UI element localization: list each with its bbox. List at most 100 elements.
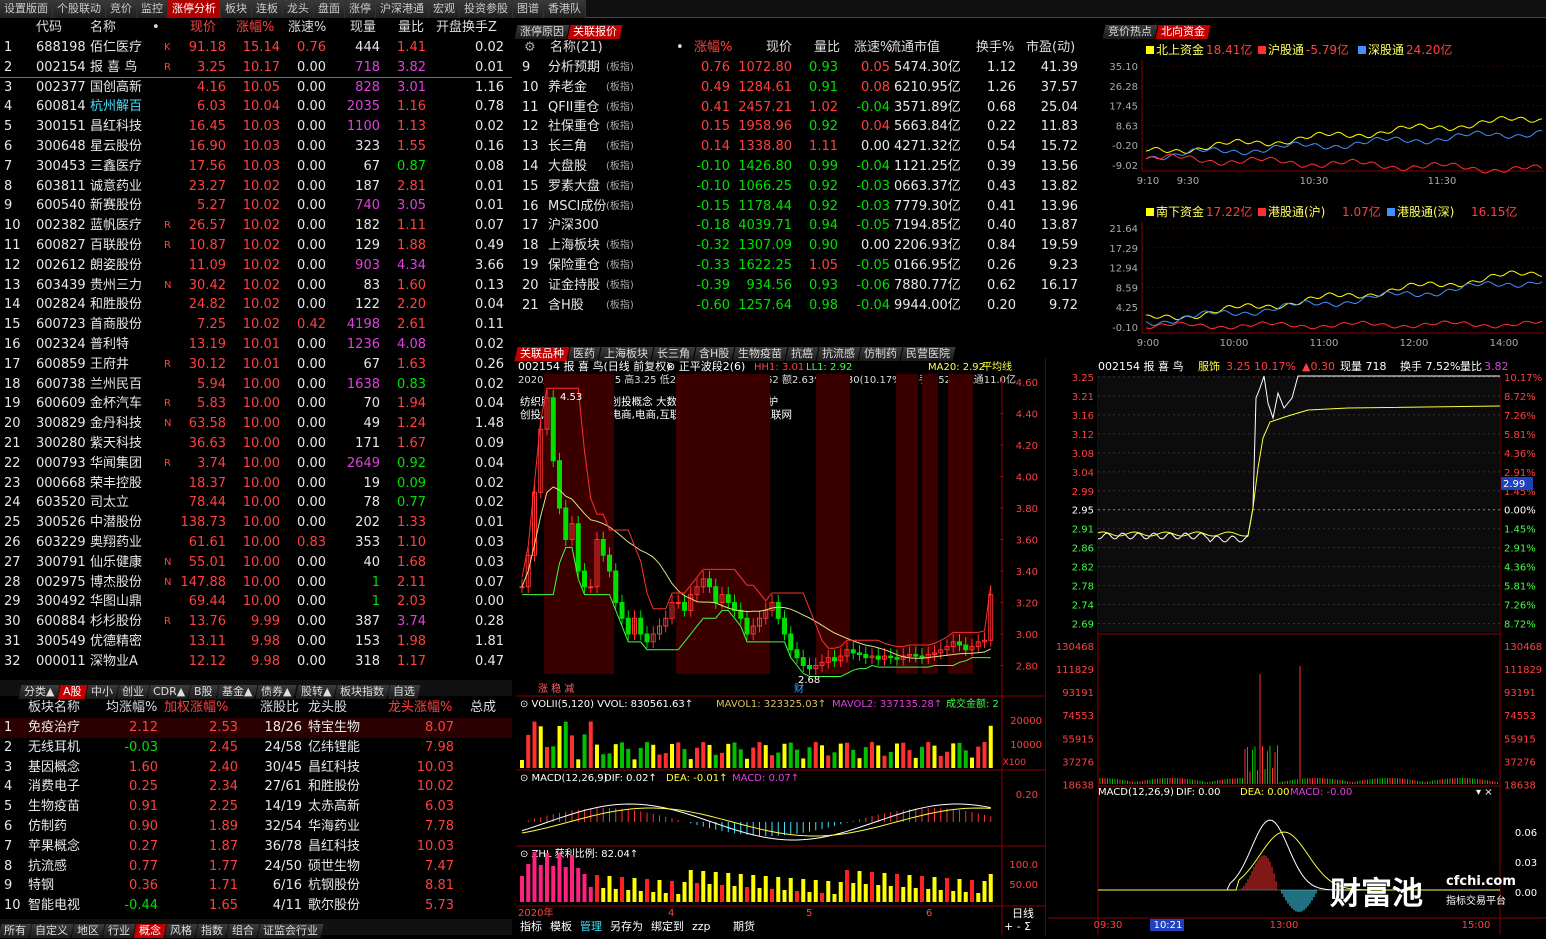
top-tab-1[interactable]: 个股联动	[53, 0, 106, 18]
index-row[interactable]: 10 养老金 (板指) 0.49 1284.61 0.91 0.08 6210.95亿 1.26…	[516, 78, 1100, 98]
bottom-tab-7[interactable]: 组合	[226, 924, 260, 938]
stock-row[interactable]: 27 300791 仙乐健康 N 55.01 10.00 0.00 40 1.68 0.03	[0, 553, 512, 573]
market-tab-5[interactable]: B股	[188, 685, 219, 699]
index-header-4[interactable]: 量比	[814, 38, 840, 58]
index-row[interactable]: 15 罗素大盘 (板指) -0.10 1066.25 0.92 -0.03 0663.37亿 0…	[516, 177, 1100, 197]
stock-row[interactable]: 28 002975 博杰股份 N 147.88 10.00 0.00 1 2.11 0.07	[0, 573, 512, 593]
sector-row[interactable]: 4 消费电子 0.25 2.34 27/61 和胜股份 10.02	[0, 777, 512, 797]
market-tab-10[interactable]: 自选	[387, 685, 421, 699]
index-row[interactable]: 18 上海板块 (板指) -0.32 1307.09 0.90 0.00 2206.93亿 0.…	[516, 236, 1100, 256]
market-tab-2[interactable]: 中小	[85, 685, 119, 699]
top-tab-6[interactable]: 连板	[252, 0, 283, 18]
bottom-tab-6[interactable]: 指数	[195, 924, 229, 938]
sector-header-2[interactable]: 加权涨幅%	[164, 698, 228, 718]
index-row[interactable]: 21 含H股 (板指) -0.60 1257.64 0.98 -0.04 9944.00亿 0.…	[516, 296, 1100, 316]
stock-row[interactable]: 8 603811 诚意药业 23.27 10.02 0.00 187 2.81 0.01	[0, 177, 512, 197]
index-header-3[interactable]: 现价	[766, 38, 792, 58]
intraday-chart[interactable]: 002154 报 喜 鸟服饰 3.25 10.17% ▲0.30 现量 718 换手 7.…	[1048, 358, 1546, 935]
index-row[interactable]: 13 长三角 (板指) 0.14 1338.80 1.11 0.00 4271.32亿 0.54…	[516, 137, 1100, 157]
stock-header-7[interactable]: 量比	[398, 18, 424, 38]
stock-row[interactable]: 29 300492 华图山鼎 69.44 10.00 0.00 1 2.03 0.00	[0, 592, 512, 612]
top-tab-13[interactable]: 图谱	[513, 0, 544, 18]
stock-row[interactable]: 6 300648 星云股份 16.90 10.03 0.00 323 1.55 0.16	[0, 137, 512, 157]
middle-tab-1[interactable]: 关联报价	[567, 25, 623, 39]
top-tab-3[interactable]: 监控	[137, 0, 168, 18]
stock-row[interactable]: 4 600814 杭州解百 6.03 10.04 0.00 2035 1.16 0.78	[0, 97, 512, 117]
top-tab-2[interactable]: 竞价	[106, 0, 137, 18]
top-tab-14[interactable]: 香港队	[544, 0, 586, 18]
stock-row[interactable]: 11 600827 百联股份 R 10.87 10.02 0.00 129 1.88 0.49	[0, 236, 512, 256]
stock-row[interactable]: 24 603520 司太立 78.44 10.00 0.00 78 0.77 0.02	[0, 493, 512, 513]
sector-row[interactable]: 9 特钢 0.36 1.71 6/16 杭钢股份 8.81	[0, 876, 512, 896]
index-row[interactable]: 14 大盘股 (板指) -0.10 1426.80 0.99 -0.04 1121.25亿 0.…	[516, 157, 1100, 177]
stock-row[interactable]: 7 300453 三鑫医疗 17.56 10.03 0.00 67 0.87 0.08	[0, 157, 512, 177]
sector-header-4[interactable]: 龙头股	[308, 698, 347, 718]
stock-header-8[interactable]: 开盘换手Z	[436, 18, 497, 38]
stock-header-0[interactable]: 代码	[36, 18, 62, 38]
bottom-tab-1[interactable]: 自定义	[29, 924, 74, 938]
stock-row[interactable]: 15 600723 首商股份 7.25 10.02 0.42 4198 2.61 0.11	[0, 315, 512, 335]
stock-row[interactable]: 14 002824 和胜股份 24.82 10.02 0.00 122 2.20 0.04	[0, 295, 512, 315]
top-tab-4[interactable]: 涨停分析	[168, 0, 221, 18]
stock-row[interactable]: 18 600738 兰州民百 5.94 10.00 0.00 1638 0.83 0.02	[0, 375, 512, 395]
top-tab-9[interactable]: 涨停	[345, 0, 376, 18]
stock-header-1[interactable]: 名称	[90, 18, 116, 38]
stock-row[interactable]: 1 688198 佰仁医疗 K 91.18 15.14 0.76 444 1.41 0.02	[0, 38, 512, 58]
market-tab-6[interactable]: 基金▲	[216, 685, 258, 699]
market-tab-0[interactable]: 分类▲	[18, 685, 60, 699]
stock-row[interactable]: 19 600609 金杯汽车 R 5.83 10.00 0.00 70 1.94 0.04	[0, 394, 512, 414]
stock-row[interactable]: 3 002377 国创高新 4.16 10.05 0.00 828 3.01 1.16	[0, 78, 512, 98]
sector-row[interactable]: 8 抗流感 0.77 1.77 24/50 硕世生物 7.47	[0, 857, 512, 877]
market-tab-3[interactable]: 创业	[116, 685, 150, 699]
sector-row[interactable]: 2 无线耳机 -0.03 2.45 24/58 亿纬锂能 7.98	[0, 738, 512, 758]
index-header-1[interactable]: •	[676, 38, 684, 58]
sector-row[interactable]: 6 仿制药 0.90 1.89 32/54 华海药业 7.78	[0, 817, 512, 837]
bottom-tab-2[interactable]: 地区	[71, 924, 105, 938]
market-tab-9[interactable]: 板块指数	[334, 685, 390, 699]
top-tab-5[interactable]: 板块	[221, 0, 252, 18]
index-row[interactable]: 12 社保重仓 (板指) 0.15 1958.96 0.92 0.04 5663.84亿 0.2…	[516, 117, 1100, 137]
sector-header-1[interactable]: 均涨幅%	[106, 698, 157, 718]
market-tab-4[interactable]: CDR▲	[147, 685, 191, 699]
bottom-tab-0[interactable]: 所有	[0, 924, 32, 938]
index-row[interactable]: 16 MSCI成份 (板指) -0.15 1178.44 0.92 -0.03 7779.30…	[516, 197, 1100, 217]
sector-header-5[interactable]: 龙头涨幅%	[388, 698, 452, 718]
market-tab-1[interactable]: A股	[57, 685, 88, 699]
stock-row[interactable]: 23 000668 荣丰控股 18.37 10.00 0.00 19 0.09 0.02	[0, 474, 512, 494]
sector-row[interactable]: 10 智能电视 -0.44 1.65 4/11 歌尔股份 5.73	[0, 896, 512, 916]
stock-row[interactable]: 12 002612 朗姿股份 11.09 10.02 0.00 903 4.34 3.66	[0, 256, 512, 276]
stock-header-6[interactable]: 现量	[350, 18, 376, 38]
right-tab-1[interactable]: 北向资金	[1155, 25, 1211, 39]
stock-row[interactable]: 17 600859 王府井 R 30.12 10.01 0.00 67 1.63 0.26	[0, 355, 512, 375]
stock-header-2[interactable]: •	[152, 18, 160, 38]
index-row[interactable]: 11 QFII重仓 (板指) 0.41 2457.21 1.02 -0.04 3571.89亿…	[516, 98, 1100, 118]
stock-row[interactable]: 26 603229 奥翔药业 61.61 10.00 0.83 353 1.10 0.03	[0, 533, 512, 553]
top-tab-12[interactable]: 投资参股	[460, 0, 513, 18]
index-header-5[interactable]: 涨速%	[854, 38, 892, 58]
right-tab-0[interactable]: 竞价热点	[1102, 25, 1158, 39]
index-row[interactable]: 9 分析预期 (板指) 0.76 1072.80 0.93 0.05 5474.30亿 1.12…	[516, 58, 1100, 78]
sector-header-6[interactable]: 总成	[470, 698, 496, 718]
top-tab-11[interactable]: 宏观	[429, 0, 460, 18]
bottom-tab-4[interactable]: 概念	[133, 924, 167, 938]
sector-row[interactable]: 7 苹果概念 0.27 1.87 36/78 昌红科技 10.03	[0, 837, 512, 857]
stock-header-5[interactable]: 涨速%	[288, 18, 326, 38]
index-header-2[interactable]: 涨幅%	[694, 38, 732, 58]
kline-chart[interactable]: 002154 报 喜 鸟(日线 前复权)⊗ 正平波段2(6) HH1: 3.01 L…	[516, 358, 1046, 935]
stock-header-4[interactable]: 涨幅%	[236, 18, 274, 38]
top-tab-8[interactable]: 盘面	[314, 0, 345, 18]
stock-row[interactable]: 9 600540 新赛股份 5.27 10.02 0.00 740 3.05 0.01	[0, 196, 512, 216]
index-header-6[interactable]: 流通市值	[888, 38, 940, 58]
bottom-tab-3[interactable]: 行业	[102, 924, 136, 938]
gear-icon[interactable]: ⚙	[524, 38, 536, 58]
stock-row[interactable]: 5 300151 昌红科技 16.45 10.03 0.00 1100 1.13 0.02	[0, 117, 512, 137]
index-header-7[interactable]: 换手%	[976, 38, 1014, 58]
index-row[interactable]: 17 沪深300 -0.18 4039.71 0.94 -0.05 7194.85亿 0.40…	[516, 216, 1100, 236]
index-header-8[interactable]: 市盈(动)	[1026, 38, 1075, 58]
sector-row[interactable]: 5 生物疫苗 0.91 2.25 14/19 太赤高新 6.03	[0, 797, 512, 817]
stock-row[interactable]: 2 002154 报 喜 鸟 R 3.25 10.17 0.00 718 3.82 0.01	[0, 58, 512, 78]
middle-tab-0[interactable]: 涨停原因	[514, 25, 570, 39]
stock-row[interactable]: 13 603439 贵州三力 N 30.42 10.02 0.00 83 1.60 0.13	[0, 276, 512, 296]
market-tab-8[interactable]: 股转▲	[295, 685, 337, 699]
top-tab-10[interactable]: 沪深港通	[376, 0, 429, 18]
